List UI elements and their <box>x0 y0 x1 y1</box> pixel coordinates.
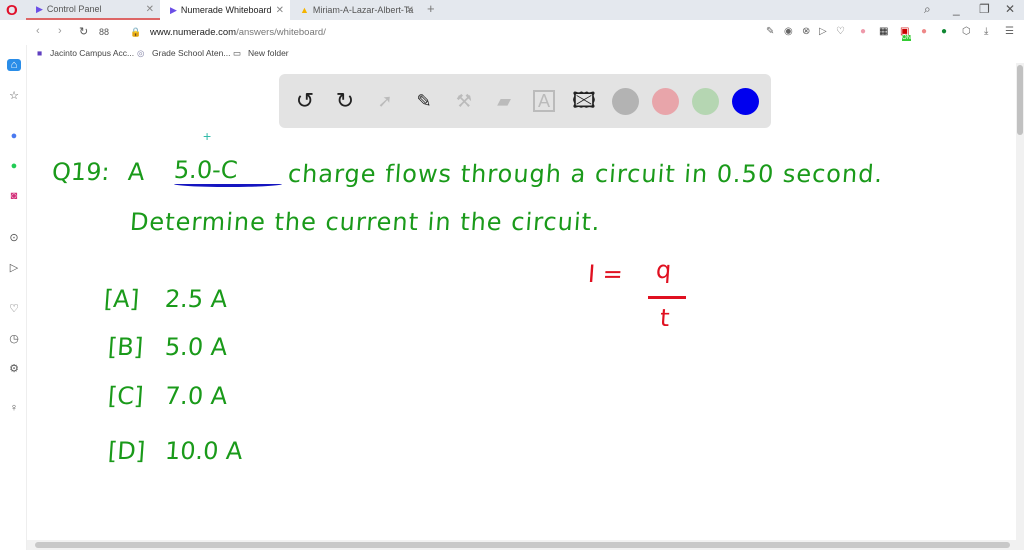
blue-underline <box>174 181 282 187</box>
url-input[interactable]: www.numerade.com/answers/whiteboard/ <box>150 27 326 38</box>
address-bar: ‹ › ↻ 88 🔒 www.numerade.com/answers/whit… <box>0 20 1024 45</box>
close-tab-icon[interactable]: ✕ <box>146 4 154 15</box>
tab-label: Miriam-A-Lazar-Albert-Ta <box>312 5 414 15</box>
image-icon[interactable]: 🖾 <box>569 86 599 116</box>
color-pink[interactable] <box>652 88 679 115</box>
edit-icon[interactable]: ✎ <box>766 26 774 37</box>
redo-icon[interactable]: ↻ <box>330 86 360 116</box>
minimize-button[interactable]: _ <box>953 2 960 16</box>
choice-value: 10.0 A <box>164 437 244 465</box>
tab-bar: O ▶ Control Panel ✕ ▶ Numerade Whiteboard ✕ … <box>0 0 1024 20</box>
question-text: A <box>127 158 146 186</box>
tab-label: Numerade Whiteboard <box>180 5 272 15</box>
whatsapp-icon[interactable]: ● <box>7 160 21 172</box>
choice-key: [C] <box>107 382 145 410</box>
reload-icon[interactable]: ↻ <box>79 25 88 38</box>
settings-icon[interactable]: ⚙ <box>7 362 21 375</box>
messenger-icon[interactable]: ● <box>7 130 21 142</box>
question-text: Determine the current in the circuit. <box>129 208 602 236</box>
bookmark-item[interactable]: New folder <box>248 48 289 58</box>
color-green[interactable] <box>692 88 719 115</box>
color-gray[interactable] <box>612 88 639 115</box>
new-tab-button[interactable]: + <box>427 1 435 16</box>
bookmark-icon: ◎ <box>137 48 145 58</box>
opera-logo-icon[interactable]: O <box>6 2 18 19</box>
lock-icon: 🔒 <box>130 27 142 37</box>
vertical-scrollbar[interactable] <box>1016 63 1024 540</box>
cursor-crosshair-icon: + <box>203 128 212 144</box>
choice-key: [B] <box>107 333 145 361</box>
choice-value: 7.0 A <box>164 382 229 410</box>
horizontal-scrollbar[interactable] <box>27 540 1024 550</box>
send-icon[interactable]: ▷ <box>819 26 827 37</box>
extension-icon[interactable]: ● <box>941 26 947 37</box>
numerade-icon: ▶ <box>36 3 43 14</box>
choice-value: 2.5 A <box>164 285 229 313</box>
tab-control-panel[interactable]: ▶ Control Panel ✕ <box>26 0 160 20</box>
tools-icon[interactable]: ⚒ <box>449 86 479 116</box>
scrollbar-thumb[interactable] <box>35 542 1010 548</box>
bookmark-item[interactable]: Grade School Aten... <box>152 48 230 58</box>
tab-label: Control Panel <box>46 4 102 14</box>
heart-icon[interactable]: ♡ <box>836 26 845 37</box>
sidebar: ⌂ ☆ ● ● ◙ ⊙ ▷ ♡ ◷ ⚙ ♀ <box>0 45 27 550</box>
numerade-icon: ▶ <box>170 4 177 15</box>
choice-key: [A] <box>103 285 141 313</box>
whiteboard-toolbar: ↺ ↻ ➚ ✎ ⚒ ▰ A 🖾 <box>279 74 771 128</box>
cube-icon[interactable]: ⬡ <box>962 26 971 37</box>
close-tab-icon[interactable]: ✕ <box>276 5 284 16</box>
eraser-icon[interactable]: ▰ <box>489 86 519 116</box>
choice-value: 5.0 A <box>164 333 229 361</box>
close-tab-icon[interactable]: ✕ <box>406 5 414 16</box>
extension-on-icon[interactable]: ▣ ON <box>900 26 911 41</box>
tab-google-drive[interactable]: ▲ Miriam-A-Lazar-Albert-Ta ✕ <box>290 0 420 20</box>
instagram-icon[interactable]: ◙ <box>7 190 21 202</box>
search-tabs-icon[interactable]: ⌕ <box>924 2 931 17</box>
question-text: charge flows through a circuit in 0.50 s… <box>287 160 885 188</box>
drive-icon: ▲ <box>300 5 309 15</box>
restore-button[interactable]: ❐ <box>979 2 990 16</box>
extension-icon[interactable]: ● <box>921 26 927 37</box>
heart-icon[interactable]: ♡ <box>7 302 21 315</box>
text-tool-icon[interactable]: A <box>533 90 555 112</box>
select-pointer-icon[interactable]: ➚ <box>370 86 400 116</box>
star-icon[interactable]: ☆ <box>7 89 21 102</box>
download-icon[interactable]: ⤓ <box>984 26 988 37</box>
tips-icon[interactable]: ♀ <box>7 402 21 414</box>
forward-icon[interactable]: › <box>58 25 62 37</box>
formula-denominator: t <box>659 304 671 332</box>
camera-icon[interactable]: ◉ <box>784 26 793 37</box>
tab-numerade-whiteboard[interactable]: ▶ Numerade Whiteboard ✕ <box>160 0 290 20</box>
grid-icon[interactable]: ▦ <box>879 26 888 37</box>
highlighted-quantity: 5.0-C <box>173 156 239 184</box>
bookmark-item[interactable]: Jacinto Campus Acc... <box>50 48 134 58</box>
history-icon[interactable]: ◷ <box>7 332 21 345</box>
bookmarks-bar: ■ Jacinto Campus Acc... ◎ Grade School A… <box>0 45 1024 63</box>
home-icon[interactable]: ⌂ <box>7 59 21 71</box>
send-icon[interactable]: ▷ <box>7 261 21 274</box>
choice-key: [D] <box>107 437 147 465</box>
folder-icon: ▭ <box>233 48 242 58</box>
back-icon[interactable]: ‹ <box>36 25 40 37</box>
pen-icon[interactable]: ✎ <box>409 86 439 116</box>
undo-icon[interactable]: ↺ <box>290 86 320 116</box>
close-window-button[interactable]: ✕ <box>1005 2 1015 16</box>
settings-sliders-icon[interactable]: ☰ <box>1005 26 1014 37</box>
player-icon[interactable]: ⊙ <box>7 231 21 244</box>
fraction-bar <box>648 296 686 299</box>
question-label: Q19: <box>51 158 111 186</box>
formula-numerator: q <box>655 256 673 284</box>
extension-icon[interactable]: ● <box>860 26 866 37</box>
adblock-icon[interactable]: ⊗ <box>802 26 810 37</box>
scrollbar-thumb[interactable] <box>1017 65 1023 135</box>
bookmark-icon: ■ <box>37 48 43 58</box>
speed-dial-icon[interactable]: 88 <box>99 27 109 37</box>
formula-lhs: I = <box>587 260 624 288</box>
color-blue[interactable] <box>732 88 759 115</box>
